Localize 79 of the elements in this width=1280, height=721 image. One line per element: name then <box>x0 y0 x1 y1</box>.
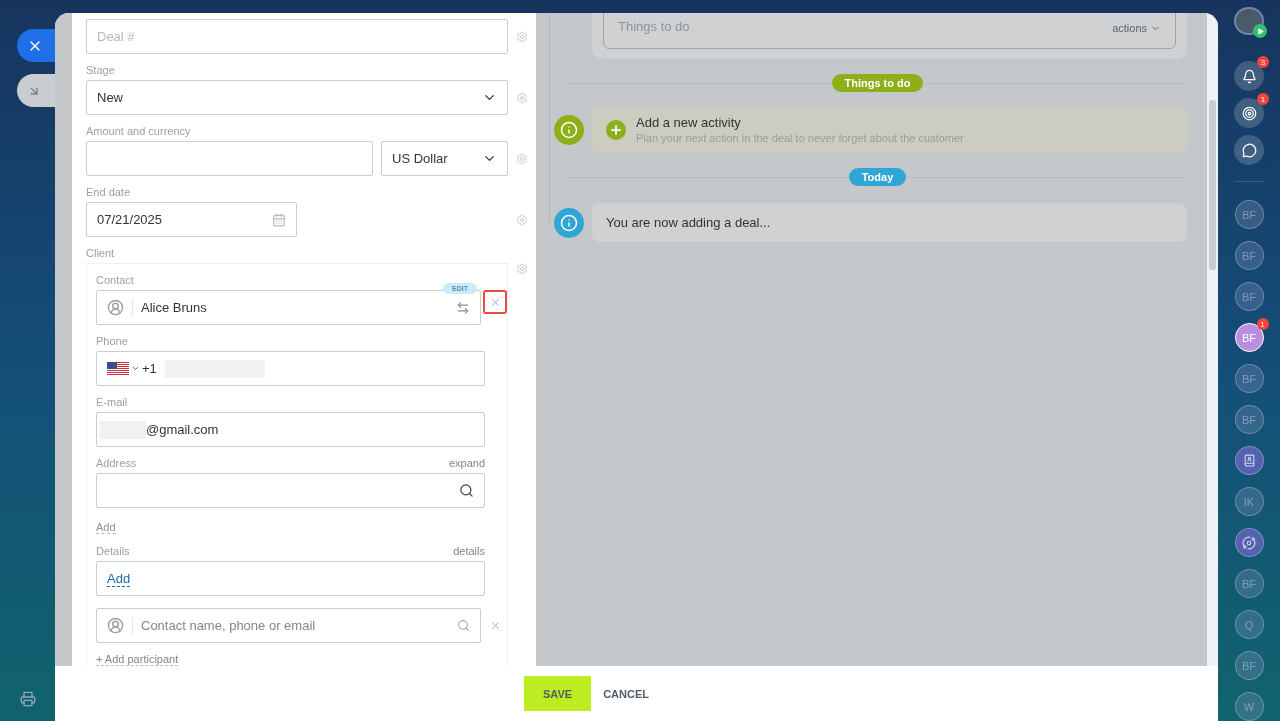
remove-button[interactable] <box>483 290 507 314</box>
chat-avatar[interactable]: BF <box>1234 651 1264 680</box>
timeline-divider-label: Things to do <box>831 74 924 92</box>
toolbar-button[interactable] <box>1234 98 1264 129</box>
field-label: E-mail <box>96 395 128 410</box>
settings-icon[interactable] <box>516 152 528 165</box>
target-icon <box>1241 105 1257 121</box>
field-label: End date <box>86 185 131 200</box>
user-icon <box>107 299 124 316</box>
avatar[interactable] <box>1234 7 1264 36</box>
field-label: Amount and currency <box>86 124 191 139</box>
scrollbar[interactable] <box>1207 13 1218 666</box>
search-icon <box>457 619 471 632</box>
chat-icon <box>1241 142 1257 158</box>
chat-avatar[interactable]: IK <box>1234 487 1264 516</box>
phone-code: +1 <box>142 361 157 376</box>
add-link[interactable]: Add <box>96 521 116 534</box>
address-field[interactable] <box>96 473 485 508</box>
cancel-button[interactable]: CANCEL <box>603 676 649 711</box>
caret-icon[interactable] <box>131 364 140 373</box>
chat-avatar[interactable]: BF <box>1234 282 1264 311</box>
chat-avatar[interactable]: BF <box>1234 241 1264 270</box>
chat-avatar[interactable]: BF <box>1234 364 1264 393</box>
bell-icon <box>1241 68 1257 84</box>
details-link[interactable]: details <box>453 545 485 561</box>
count-badge: 3 <box>1257 56 1269 69</box>
field-label: Client <box>86 246 115 261</box>
plus-icon <box>606 119 626 140</box>
contact-search-field[interactable]: Contact name, phone or email <box>96 608 482 643</box>
collapse-button[interactable] <box>17 74 55 107</box>
chat-avatar[interactable] <box>1234 446 1264 475</box>
settings-icon[interactable] <box>516 263 528 275</box>
play-icon <box>1253 24 1267 39</box>
activity-input[interactable]: Things to do actions <box>603 13 1176 49</box>
contact-book-icon <box>1242 454 1256 467</box>
email-value: @gmail.com <box>146 422 219 437</box>
field-label: Phone <box>96 334 128 349</box>
close-icon <box>489 620 501 631</box>
field-label: Stage <box>86 63 115 78</box>
settings-icon[interactable] <box>516 30 528 43</box>
stage-select[interactable]: New <box>86 80 508 115</box>
actions-dropdown[interactable]: actions <box>1112 22 1161 34</box>
close-icon <box>489 296 501 308</box>
settings-icon[interactable] <box>516 213 528 226</box>
printer-icon[interactable] <box>19 691 36 707</box>
add-link[interactable]: Add <box>107 570 131 587</box>
activity-title: Add a new activity <box>636 115 742 130</box>
expand-link[interactable]: expand <box>448 447 485 473</box>
field-label: Address <box>96 456 137 471</box>
chat-avatar[interactable]: BF <box>1234 200 1264 229</box>
field-label: Contact <box>96 273 134 288</box>
toolbar-button[interactable] <box>1234 135 1264 166</box>
currency-select[interactable]: US Dollar <box>381 141 508 176</box>
timeline-divider-label: Today <box>848 168 907 186</box>
save-button[interactable]: SAVE <box>524 676 592 711</box>
search-icon <box>459 483 474 498</box>
count-badge: 1 <box>1256 318 1269 330</box>
field-label: Details <box>96 545 130 559</box>
close-button[interactable] <box>17 29 55 62</box>
swap-icon[interactable] <box>456 300 471 315</box>
chat-avatar[interactable] <box>1234 528 1264 557</box>
user-icon <box>107 617 124 634</box>
chat-avatar[interactable]: BF <box>1234 569 1264 598</box>
chat-avatar[interactable]: W <box>1234 692 1264 721</box>
us-flag-icon <box>107 361 129 376</box>
toolbar-button[interactable] <box>1234 61 1264 92</box>
orbit-icon <box>1242 535 1256 550</box>
deal-number-field[interactable]: Deal # <box>86 19 508 54</box>
contact-field[interactable]: Alice Bruns <box>96 290 482 325</box>
email-field[interactable]: @gmail.com <box>96 412 485 447</box>
date-field[interactable]: 07/21/2025 <box>86 202 297 237</box>
amount-field[interactable] <box>86 141 373 176</box>
calendar-icon[interactable] <box>272 212 286 227</box>
chat-avatar[interactable]: Q <box>1234 610 1264 639</box>
phone-field[interactable]: +1 <box>96 351 485 386</box>
settings-icon[interactable] <box>516 91 528 104</box>
event-text: You are now adding a deal... <box>606 215 771 230</box>
count-badge: 1 <box>1257 93 1269 106</box>
chat-avatar[interactable]: BF <box>1234 405 1264 434</box>
